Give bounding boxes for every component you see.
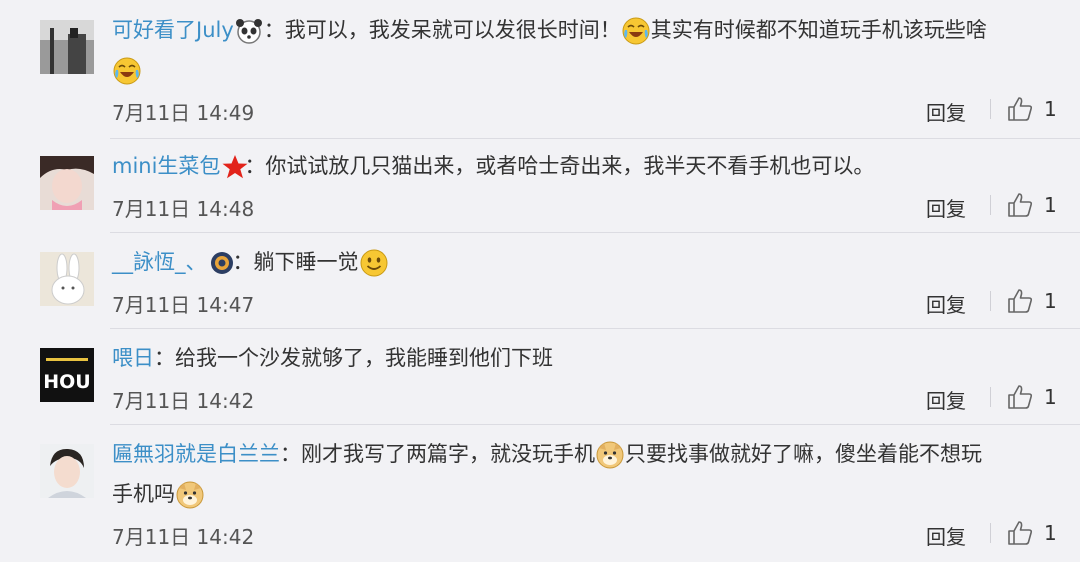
comment-text-continued: 手机吗 [112,482,175,506]
comment-text-continued: 其实有时候都不知道玩手机该玩些啥 [650,18,987,42]
laughing-tears-emoji [112,56,142,86]
reply-button[interactable]: 回复 [926,385,966,414]
like-button[interactable]: 1 [1006,287,1057,315]
doge-emoji [595,440,625,470]
comment-text: ：躺下睡一觉 [232,250,359,274]
comment-username[interactable]: 可好看了July [112,18,234,42]
avatar[interactable] [40,252,94,306]
red-star-icon [220,152,248,182]
smile-emoji [359,248,389,278]
divider [110,138,1080,139]
avatar-logo-text: HOU [43,371,90,393]
divider [110,424,1080,425]
reply-button[interactable]: 回复 [926,97,966,126]
comment-timestamp: 7月11日 14:47 [112,293,255,317]
like-count: 1 [1044,97,1057,121]
comment-timestamp: 7月11日 14:42 [112,525,255,549]
game-badge-icon [207,248,233,278]
like-count: 1 [1044,521,1057,545]
avatar[interactable] [40,20,94,74]
doge-emoji [175,480,205,510]
like-button[interactable]: 1 [1006,191,1057,219]
comment-text-continued: 只要找事做就好了嘛，傻坐着能不想玩 [625,442,982,466]
thumbs-up-icon [1008,193,1033,217]
comment-text: ：你试试放几只猫出来，或者哈士奇出来，我半天不看手机也可以。 [244,154,875,178]
divider [990,195,991,215]
divider [990,291,991,311]
laughing-tears-emoji [621,16,651,46]
comment-text: ：刚才我写了两篇字，就没玩手机 [280,442,595,466]
comment-timestamp: 7月11日 14:42 [112,389,255,413]
divider [110,328,1080,329]
thumbs-up-icon [1008,97,1033,121]
thumbs-up-icon [1008,385,1033,409]
reply-button[interactable]: 回复 [926,193,966,222]
like-button[interactable]: 1 [1006,383,1057,411]
comment-username[interactable]: 喂日 [112,346,154,370]
avatar[interactable] [40,156,94,210]
divider [110,232,1080,233]
comment-timestamp: 7月11日 14:49 [112,101,255,125]
avatar[interactable]: HOU [40,348,94,402]
comment-timestamp: 7月11日 14:48 [112,197,255,221]
comment-username[interactable]: __詠恆_、 [112,250,207,274]
like-count: 1 [1044,193,1057,217]
divider [990,523,991,543]
comment-text: ：给我一个沙发就够了，我能睡到他们下班 [154,346,553,370]
like-button[interactable]: 1 [1006,95,1057,123]
reply-button[interactable]: 回复 [926,289,966,318]
reply-button[interactable]: 回复 [926,521,966,550]
divider [990,387,991,407]
like-count: 1 [1044,385,1057,409]
thumbs-up-icon [1008,521,1033,545]
avatar[interactable] [40,444,94,498]
thumbs-up-icon [1008,289,1033,313]
comment-text: ：我可以，我发呆就可以发很长时间！ [263,18,621,42]
panda-icon [234,16,264,46]
like-button[interactable]: 1 [1006,519,1057,547]
comment-username[interactable]: 匾無羽就是白兰兰 [112,442,280,466]
divider [990,99,991,119]
like-count: 1 [1044,289,1057,313]
comment-username[interactable]: mini生菜包 [112,154,220,178]
